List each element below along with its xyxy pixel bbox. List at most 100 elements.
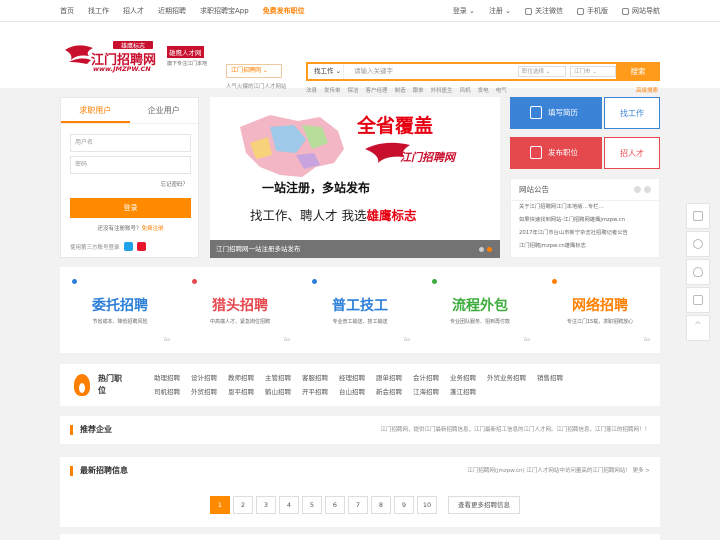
next-icon[interactable] (644, 186, 651, 193)
carousel-dot-active[interactable] (487, 247, 492, 252)
service-workers[interactable]: 普工技工 专业普工输送、技工输送 Go (300, 267, 420, 353)
weibo-icon[interactable] (136, 242, 146, 251)
hot-job-link[interactable]: 经理招聘 (339, 372, 365, 382)
more-jobs-button[interactable]: 查看更多招聘信息 (448, 496, 520, 514)
service-go[interactable]: Go (524, 338, 530, 343)
login-link[interactable]: 登录 ⌄ (453, 6, 475, 16)
service-go[interactable]: Go (404, 338, 410, 343)
hot-keyword[interactable]: 风机 (460, 86, 471, 94)
service-go[interactable]: Go (284, 338, 290, 343)
page-button[interactable]: 10 (417, 496, 437, 514)
tab-employer[interactable]: 企业用户 (130, 98, 199, 123)
service-sub: 专注江门15载，求职招聘放心 (566, 319, 634, 325)
service-online[interactable]: 网络招聘 专注江门15载，求职招聘放心 Go (540, 267, 660, 353)
page-button[interactable]: 6 (325, 496, 345, 514)
nav-free-post[interactable]: 免费发布职位 (263, 6, 305, 16)
hot-keyword[interactable]: 发传单 (324, 86, 341, 94)
service-outsource[interactable]: 流程外包 专业团队服务、招到再付款 Go (420, 267, 540, 353)
hot-job-link[interactable]: 恩平招聘 (228, 386, 254, 396)
job-type-select[interactable]: 职位选择 ⌄ (518, 66, 566, 77)
page-button[interactable]: 5 (302, 496, 322, 514)
hot-job-link[interactable]: 设计招聘 (191, 372, 217, 382)
hot-keyword[interactable]: 电气 (496, 86, 507, 94)
hot-job-link[interactable]: 台山招聘 (339, 386, 365, 396)
hot-keyword[interactable]: 客户经理 (366, 86, 388, 94)
list-item[interactable]: 如果快速找到网站-江门招聘网雄鹰jmzpw.cn (519, 214, 651, 227)
prev-icon[interactable] (634, 186, 641, 193)
qq-icon[interactable] (123, 242, 133, 251)
nav-recent[interactable]: 近期招聘 (158, 6, 186, 16)
hot-job-link[interactable]: 蓬江招聘 (450, 386, 476, 396)
city-selector[interactable]: 江门招聘网 ⌄ (226, 64, 282, 78)
hire-button[interactable]: 招人才 (604, 137, 660, 169)
banner-carousel[interactable]: 全省覆盖 江门招聘网 一站注册，多站发布 找工作、聘人才 我选雄鹰标志 江门招聘… (210, 97, 500, 258)
nav-hire[interactable]: 招人才 (123, 6, 144, 16)
hot-job-link[interactable]: 外贸招聘 (191, 386, 217, 396)
list-item[interactable]: 2017年江门市台山市新宁杂志社招聘记者公告 (519, 227, 651, 240)
tab-jobseeker[interactable]: 求职用户 (61, 98, 130, 123)
page-button[interactable]: 3 (256, 496, 276, 514)
list-item[interactable]: 江门招聘jmzpw.cn雄鹰标志 (519, 240, 651, 253)
free-register-link[interactable]: 免费注册 (142, 226, 164, 232)
page-button[interactable]: 7 (348, 496, 368, 514)
feedback-button[interactable] (686, 287, 710, 313)
search-input[interactable]: 请输入关键字 (354, 64, 393, 79)
service-go[interactable]: Go (164, 338, 170, 343)
qrcode-button[interactable] (686, 203, 710, 229)
city-select[interactable]: 江门市 ⌄ (570, 66, 616, 77)
advanced-search-link[interactable]: 高级搜索 (636, 86, 658, 94)
page-button[interactable]: 4 (279, 496, 299, 514)
username-input[interactable]: 用户名 (70, 134, 191, 152)
hot-job-link[interactable]: 业务招聘 (450, 372, 476, 382)
fill-resume-button[interactable]: 填写简历 (510, 97, 602, 129)
hot-keyword[interactable]: 外科医生 (431, 86, 453, 94)
service-title: 流程外包 (452, 298, 508, 314)
hot-job-link[interactable]: 销售招聘 (537, 372, 563, 382)
login-button[interactable]: 登录 (70, 198, 191, 218)
hot-job-link[interactable]: 新会招聘 (376, 386, 402, 396)
hot-job-link[interactable]: 主管招聘 (265, 372, 291, 382)
forgot-password-link[interactable]: 忘记密码？ (160, 180, 188, 188)
mobile-link[interactable]: 手机版 (577, 6, 608, 16)
hot-job-link[interactable]: 跟单招聘 (376, 372, 402, 382)
page-button[interactable]: 8 (371, 496, 391, 514)
nav-find-job[interactable]: 找工作 (88, 6, 109, 16)
find-job-button[interactable]: 找工作 (604, 97, 660, 129)
hot-job-link[interactable]: 开平招聘 (302, 386, 328, 396)
back-to-top-button[interactable]: ^ (686, 315, 710, 341)
sitenav-link[interactable]: 网站导航 (622, 6, 660, 16)
hot-job-link[interactable]: 客服招聘 (302, 372, 328, 382)
page-button-active[interactable]: 1 (210, 496, 230, 514)
carousel-dot[interactable] (479, 247, 484, 252)
hot-job-link[interactable]: 会计招聘 (413, 372, 439, 382)
hot-keyword[interactable]: 制造 (395, 86, 406, 94)
nav-home[interactable]: 首页 (60, 6, 74, 16)
page-button[interactable]: 2 (233, 496, 253, 514)
password-input[interactable]: 密码 (70, 156, 191, 174)
post-job-button[interactable]: 发布职位 (510, 137, 602, 169)
site-logo[interactable]: 雄鹰标志 江门招聘网 www.JMZPW.CN (63, 40, 159, 74)
hot-job-link[interactable]: 司机招聘 (154, 386, 180, 396)
hot-job-link[interactable]: 鹤山招聘 (265, 386, 291, 396)
hot-keyword[interactable]: 发电 (478, 86, 489, 94)
hot-keyword[interactable]: 跟单 (413, 86, 424, 94)
page-button[interactable]: 9 (394, 496, 414, 514)
latest-desc[interactable]: 江门招聘网(jmzpw.cn) 江门人才网站中访问量高的江门招聘网站！ 更多 > (467, 457, 650, 485)
hot-job-link[interactable]: 江海招聘 (413, 386, 439, 396)
search-category[interactable]: 找工作 ⌄ (308, 64, 344, 79)
service-go[interactable]: Go (644, 338, 650, 343)
wechat-link[interactable]: 关注微信 (525, 6, 563, 16)
hot-job-link[interactable]: 助理招聘 (154, 372, 180, 382)
list-item[interactable]: 关于江门招聘网江门本地版…专栏… (519, 201, 651, 214)
qq-button[interactable] (686, 259, 710, 285)
hot-job-link[interactable]: 外贸业务招聘 (487, 372, 526, 382)
phone-button[interactable] (686, 231, 710, 257)
hot-job-link[interactable]: 教师招聘 (228, 372, 254, 382)
service-headhunt[interactable]: 猎头招聘 中高端人才、紧急岗位招聘 Go (180, 267, 300, 353)
service-entrust[interactable]: 委托招聘 节省成本、降低招聘风险 Go (60, 267, 180, 353)
hot-keyword[interactable]: 法县 (306, 86, 317, 94)
register-link[interactable]: 注册 ⌄ (489, 6, 511, 16)
search-button[interactable]: 搜索 (616, 62, 660, 81)
nav-app[interactable]: 求职招聘宝App (200, 6, 249, 16)
hot-keyword[interactable]: 保洁 (348, 86, 359, 94)
